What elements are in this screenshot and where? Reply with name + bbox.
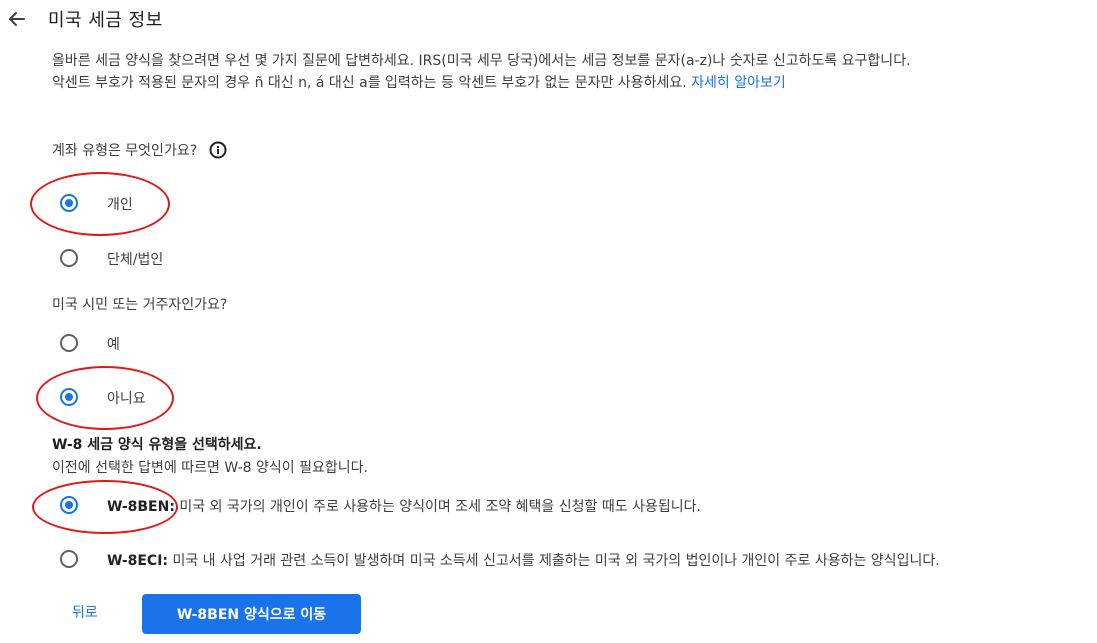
- radio-button[interactable]: [60, 550, 78, 568]
- option-label: 단체/법인: [107, 252, 164, 268]
- learn-more-link[interactable]: 자세히 알아보기: [691, 75, 786, 91]
- option-label: 개인: [107, 197, 133, 213]
- account-type-question: 계좌 유형은 무엇인가요?: [52, 140, 227, 160]
- page-header: 미국 세금 정보: [0, 0, 1097, 40]
- intro-line-2: 악센트 부호가 적용된 문자의 경우 ñ 대신 n, á 대신 a를 입력하는 …: [52, 72, 1092, 94]
- us-person-option-yes[interactable]: 예: [60, 331, 120, 355]
- annotation-oval: [30, 172, 170, 236]
- option-label: 예: [107, 337, 120, 353]
- account-type-question-label: 계좌 유형은 무엇인가요?: [52, 143, 198, 159]
- radio-button[interactable]: [60, 496, 78, 514]
- w8-option-ben[interactable]: W-8BEN: 미국 외 국가의 개인이 주로 사용하는 양식이며 조세 조약 …: [60, 493, 701, 517]
- page-title: 미국 세금 정보: [48, 10, 163, 31]
- back-button[interactable]: 뒤로: [72, 602, 98, 622]
- radio-dot: [65, 199, 73, 207]
- form-description: 미국 외 국가의 개인이 주로 사용하는 양식이며 조세 조약 혜택을 신청할 …: [174, 499, 701, 515]
- option-label: 아니요: [107, 391, 146, 407]
- radio-button[interactable]: [60, 249, 78, 267]
- radio-button[interactable]: [60, 194, 78, 212]
- tax-info-page: 미국 세금 정보 올바른 세금 양식을 찾으려면 우선 몇 가지 질문에 답변하…: [0, 0, 1097, 643]
- radio-button[interactable]: [60, 388, 78, 406]
- info-icon[interactable]: [209, 141, 227, 159]
- account-type-option-entity[interactable]: 단체/법인: [60, 246, 163, 270]
- radio-dot: [65, 393, 73, 401]
- w8-section-subtitle: 이전에 선택한 답변에 따르면 W-8 양식이 필요합니다.: [52, 460, 368, 476]
- option-label: W-8BEN: 미국 외 국가의 개인이 주로 사용하는 양식이며 조세 조약 …: [107, 496, 701, 516]
- intro-line-1: 올바른 세금 양식을 찾으려면 우선 몇 가지 질문에 답변하세요. IRS(미…: [52, 53, 911, 69]
- w8-section-title: W-8 세금 양식 유형을 선택하세요.: [52, 437, 262, 453]
- intro-line-2-text: 악센트 부호가 적용된 문자의 경우 ñ 대신 n, á 대신 a를 입력하는 …: [52, 75, 687, 91]
- option-label: W-8ECI: 미국 내 사업 거래 관련 소득이 발생하며 미국 소득세 신고…: [107, 550, 940, 570]
- us-person-option-no[interactable]: 아니요: [60, 385, 146, 409]
- go-to-w8ben-button[interactable]: W-8BEN 양식으로 이동: [142, 594, 361, 634]
- annotation-oval: [36, 366, 174, 430]
- intro-text: 올바른 세금 양식을 찾으려면 우선 몇 가지 질문에 답변하세요. IRS(미…: [52, 50, 1092, 94]
- w8-option-eci[interactable]: W-8ECI: 미국 내 사업 거래 관련 소득이 발생하며 미국 소득세 신고…: [60, 547, 940, 571]
- form-description: 미국 내 사업 거래 관련 소득이 발생하며 미국 소득세 신고서를 제출하는 …: [168, 553, 940, 569]
- arrow-left-icon: [9, 12, 25, 26]
- back-arrow-button[interactable]: [6, 8, 28, 30]
- radio-dot: [65, 501, 73, 509]
- form-code: W-8BEN:: [107, 499, 175, 515]
- account-type-option-individual[interactable]: 개인: [60, 191, 133, 215]
- radio-button[interactable]: [60, 334, 78, 352]
- us-person-question: 미국 시민 또는 거주자인가요?: [52, 297, 228, 313]
- form-code: W-8ECI:: [107, 553, 169, 569]
